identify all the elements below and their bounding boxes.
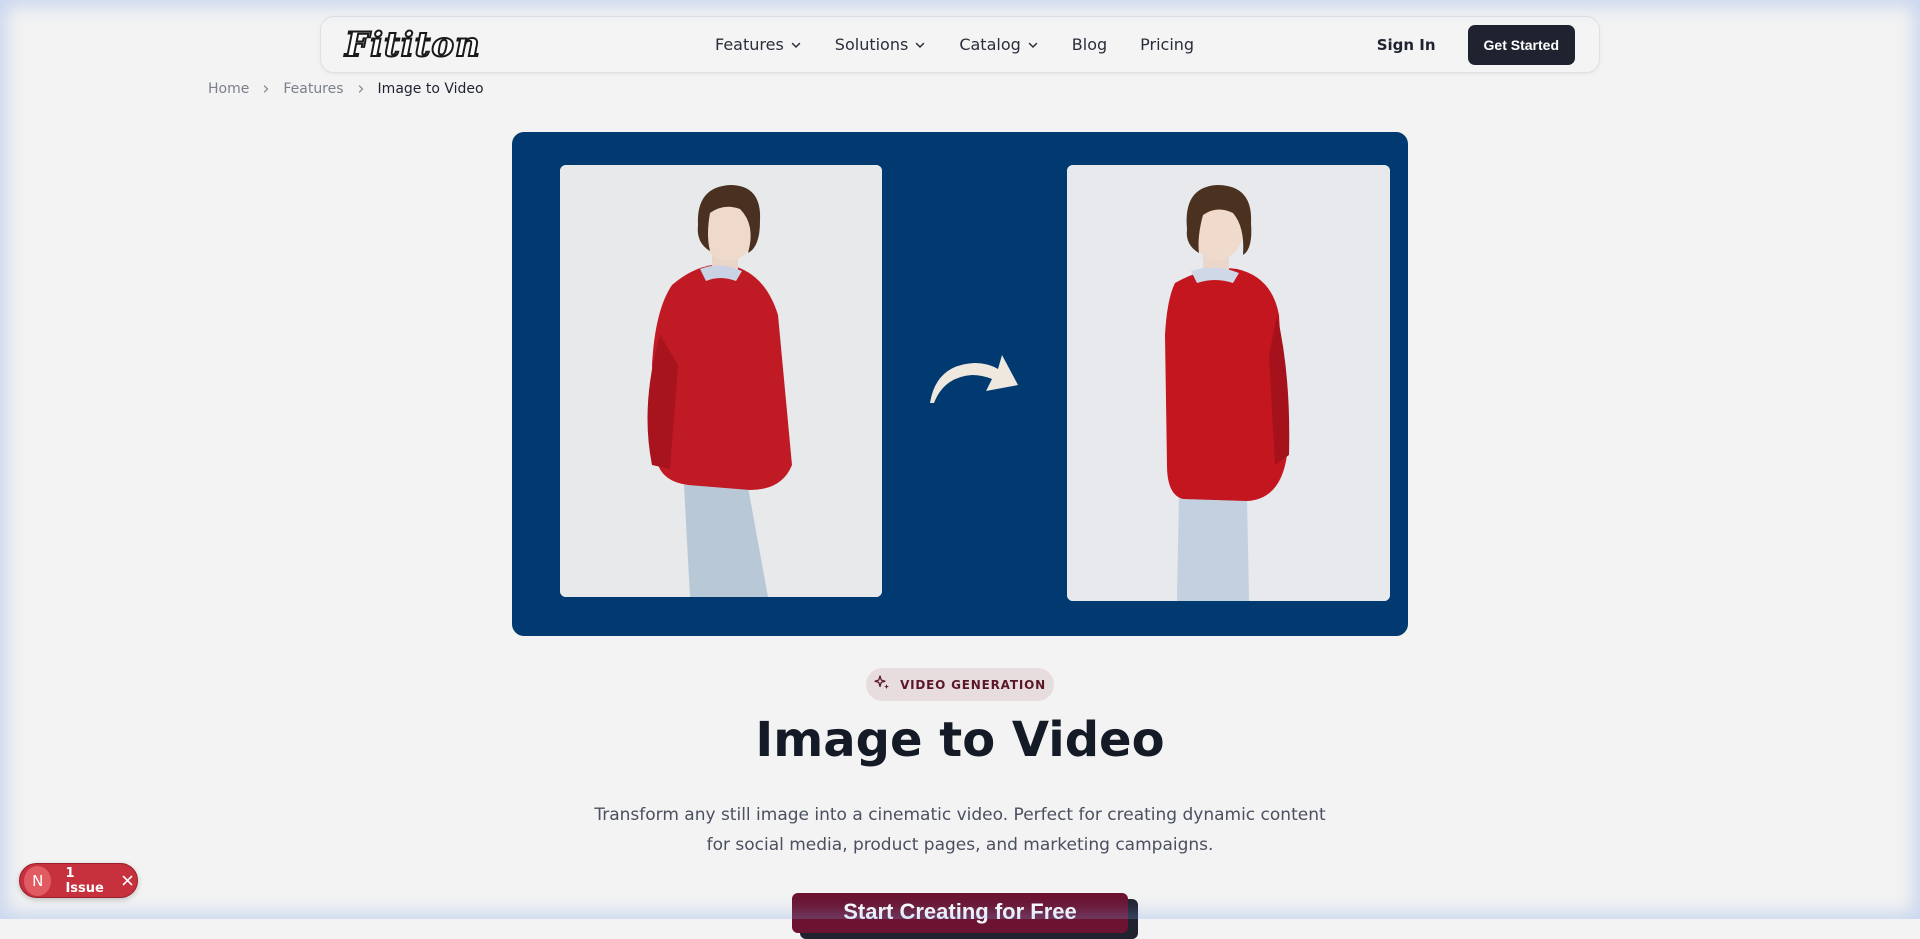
nav-blog[interactable]: Blog [1072,35,1107,54]
sparkle-icon [874,675,890,694]
breadcrumb-current: Image to Video [377,81,484,97]
issue-count-label: 1 Issue [65,865,104,896]
breadcrumb: Home Features Image to Video [208,81,484,97]
nav-pricing-label: Pricing [1140,35,1195,54]
brand-logo[interactable]: Fititon [344,27,481,63]
nav-solutions[interactable]: Solutions [835,35,927,54]
chevron-down-icon [790,39,802,51]
top-navbar: Fititon Features Solutions Catalog Blog … [320,16,1600,73]
page-subtitle: Transform any still image into a cinemat… [594,805,1326,855]
chevron-right-icon [261,84,271,94]
cta-container: Start Creating for Free [792,893,1138,939]
nav-features-label: Features [715,35,784,54]
source-image [560,165,882,597]
nav-blog-label: Blog [1071,35,1108,54]
sign-in-link[interactable]: Sign In [1377,36,1436,54]
category-badge: VIDEO GENERATION [866,668,1054,701]
nav-pricing[interactable]: Pricing [1140,35,1194,54]
nextjs-logo-icon: N [24,865,52,896]
nav-actions: Sign In Get Started [1377,17,1575,72]
close-icon[interactable] [122,875,133,886]
nav-features[interactable]: Features [715,35,802,54]
badge-label: VIDEO GENERATION [900,677,1046,692]
nav-catalog-label: Catalog [959,35,1021,54]
get-started-button[interactable]: Get Started [1467,24,1575,65]
dev-issues-indicator[interactable]: N 1 Issue [19,863,138,898]
chevron-down-icon [914,39,926,51]
nav-solutions-label: Solutions [834,35,909,54]
main-nav: Features Solutions Catalog Blog Pricing [715,17,1227,72]
nav-catalog[interactable]: Catalog [959,35,1038,54]
curved-arrow-icon [922,347,1022,411]
chevron-right-icon [356,84,366,94]
breadcrumb-features[interactable]: Features [283,81,343,97]
chevron-down-icon [1027,39,1039,51]
page-title: Image to Video [755,712,1165,768]
result-video-frame [1067,165,1390,601]
hero-preview [512,132,1408,636]
start-creating-button[interactable]: Start Creating for Free [792,893,1128,933]
breadcrumb-home[interactable]: Home [208,81,249,97]
